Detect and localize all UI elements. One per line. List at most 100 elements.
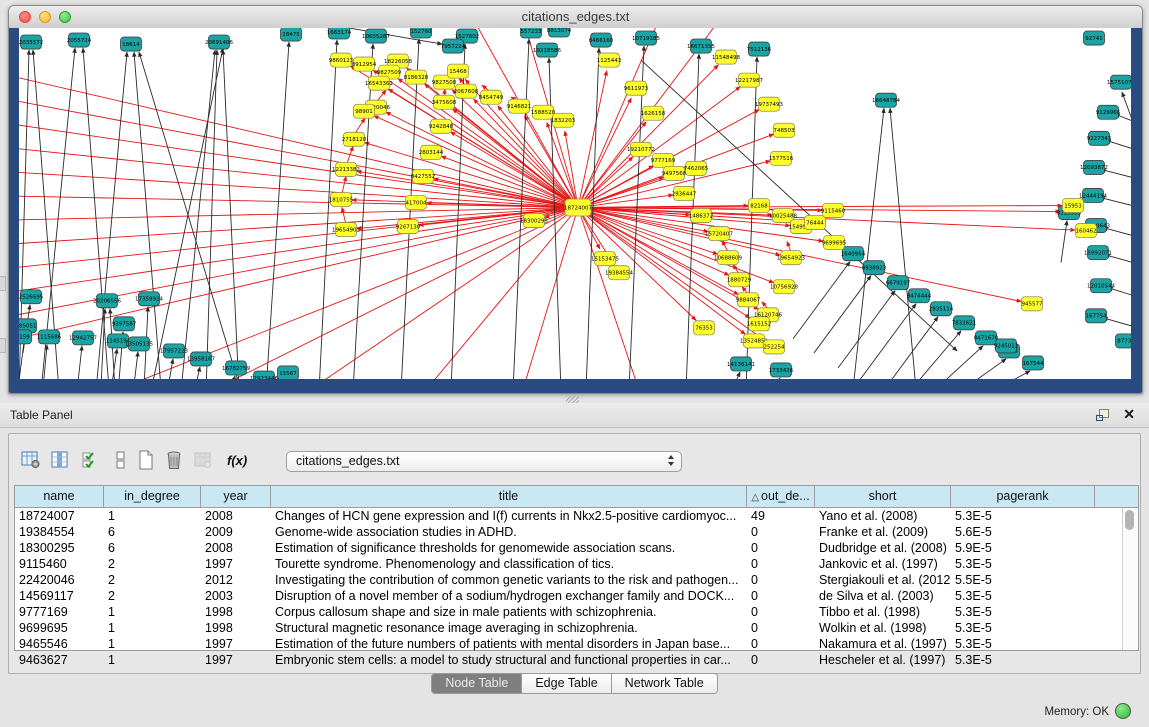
sort-ascending-icon: △ (751, 492, 759, 503)
table-cell: 5.3E-5 (951, 652, 1095, 668)
network-canvas[interactable]: 2035572205572418614206914061847516631741… (19, 28, 1131, 379)
graph-edge (793, 262, 850, 339)
table-cell: 0 (747, 572, 815, 588)
window-titlebar[interactable]: citations_edges.txt (9, 6, 1142, 29)
table-cell: 5.3E-5 (951, 604, 1095, 620)
table-cell: 18300295 (15, 540, 104, 556)
close-panel-icon[interactable]: ✕ (1123, 406, 1135, 422)
table-body: 1872400712008Changes of HCN gene express… (15, 508, 1138, 668)
table-cell: 0 (747, 588, 815, 604)
delete-table-icon[interactable] (164, 450, 184, 470)
graph-node-label: 8466160 (589, 38, 614, 44)
table-row[interactable]: 977716911998Corpus callosum shape and si… (15, 604, 1138, 620)
vertical-scrollbar[interactable] (1122, 508, 1138, 650)
graph-node-label: 9827508 (432, 80, 457, 86)
graph-node-label: 1577516 (769, 156, 794, 162)
graph-node-label: 18226058 (384, 59, 412, 65)
table-cell: 14569117 (15, 588, 104, 604)
graph-node-label: 76444 (806, 220, 824, 226)
graph-node-label: 2718120 (342, 137, 367, 143)
graph-node-label: 19210772 (627, 147, 655, 153)
scrollbar-thumb[interactable] (1125, 510, 1134, 530)
import-table-icon (193, 450, 213, 470)
table-cell: 0 (747, 652, 815, 668)
table-row[interactable]: 1872400712008Changes of HCN gene express… (15, 508, 1138, 524)
column-header-out_de[interactable]: △out_de... (747, 486, 815, 507)
select-all-icon[interactable] (81, 450, 101, 470)
table-cell: 0 (747, 556, 815, 572)
table-row[interactable]: 969969511998Structural magnetic resonanc… (15, 620, 1138, 636)
graph-edge (206, 50, 217, 379)
graph-edge (194, 367, 200, 379)
column-header-name[interactable]: name (15, 486, 104, 507)
graph-edge (77, 346, 82, 379)
table-cell: 22420046 (15, 572, 104, 588)
table-cell: 6 (104, 540, 201, 556)
table-row[interactable]: 1456911722003Disruption of a novel membe… (15, 588, 1138, 604)
column-header-title[interactable]: title (271, 486, 747, 507)
graph-edge (355, 118, 365, 133)
table-cell: 5.6E-5 (951, 524, 1095, 540)
column-header-in_degree[interactable]: in_degree (104, 486, 201, 507)
table-cell: 1997 (201, 652, 271, 668)
float-panel-icon[interactable] (1096, 409, 1109, 421)
table-row[interactable]: 1938455462009Genome-wide association stu… (15, 524, 1138, 540)
tab-network-table[interactable]: Network Table (612, 674, 717, 693)
graph-node-label: 9146821 (507, 104, 531, 110)
table-row[interactable]: 2242004622012Investigating the contribut… (15, 572, 1138, 588)
dropdown-arrows-icon (668, 455, 674, 466)
graph-node-label: 76353 (695, 326, 713, 332)
graph-node-label: 10719185 (632, 36, 660, 42)
graph-node-label: 8454749 (479, 95, 504, 101)
splitter-notch[interactable] (0, 338, 6, 353)
graph-node-label: 1880729 (727, 278, 752, 284)
graph-node-label: 8427552 (411, 174, 435, 180)
new-table-icon[interactable] (136, 450, 156, 470)
network-canvas-frame: 2035572205572418614206914061847516631741… (9, 28, 1142, 393)
graph-node-label: 417004 (406, 200, 427, 206)
column-header-year[interactable]: year (201, 486, 271, 507)
tab-node-table[interactable]: Node Table (432, 674, 522, 693)
table-cell: 9463627 (15, 652, 104, 668)
column-header-short[interactable]: short (815, 486, 951, 507)
graph-node-label: 12010544 (1087, 284, 1115, 290)
graph-node-label: 19384554 (605, 270, 633, 276)
table-row[interactable]: 911546021997Tourette syndrome. Phenomeno… (15, 556, 1138, 572)
graph-node-label: 16543362 (365, 81, 393, 87)
table-cell: Embryonic stem cells: a model to study s… (271, 652, 747, 668)
graph-node-label: 19737493 (755, 102, 783, 108)
table-cell: 5.3E-5 (951, 620, 1095, 636)
graph-edge (19, 120, 578, 207)
graph-edge (1122, 92, 1131, 130)
graph-edge (342, 176, 346, 193)
table-row[interactable]: 1830029562008Estimation of significance … (15, 540, 1138, 556)
graph-node-label: 10025488 (769, 213, 797, 219)
clear-selection-icon[interactable] (111, 450, 131, 470)
graph-node-label: 9267130 (396, 224, 421, 230)
tab-edge-table[interactable]: Edge Table (522, 674, 611, 693)
column-header-pagerank[interactable]: pagerank (951, 486, 1095, 507)
graph-node-label: 9474444 (907, 294, 932, 300)
table-row[interactable]: 946554611997Estimation of the future num… (15, 636, 1138, 652)
table-cell: 1 (104, 652, 201, 668)
splitter-notch[interactable] (0, 276, 6, 291)
memory-status-led[interactable] (1115, 703, 1131, 719)
graph-edge (641, 60, 957, 351)
memory-status-label: Memory: OK (1044, 706, 1109, 718)
graph-node-label: 12444194 (1079, 193, 1107, 199)
table-row[interactable]: 946362711997Embryonic stem cells: a mode… (15, 652, 1138, 668)
table-settings-icon[interactable] (21, 450, 41, 470)
panel-splitter-grip[interactable] (566, 396, 579, 403)
graph-node-label: 15567 (279, 371, 297, 377)
show-columns-icon[interactable] (50, 450, 70, 470)
graph-edge (223, 50, 239, 379)
graph-edge (266, 42, 289, 379)
table-cell: 2 (104, 588, 201, 604)
function-builder-icon[interactable]: f(x) (227, 453, 247, 468)
graph-node-label: 9115460 (821, 208, 846, 214)
table-selector-dropdown[interactable]: citations_edges.txt (286, 451, 682, 472)
graph-edge (787, 242, 791, 252)
citation-network-graph[interactable]: 2035572205572418614206914061847516631741… (19, 28, 1131, 379)
graph-node-label: 9860123 (329, 58, 354, 64)
table-panel-header: Table Panel ✕ (0, 403, 1149, 428)
